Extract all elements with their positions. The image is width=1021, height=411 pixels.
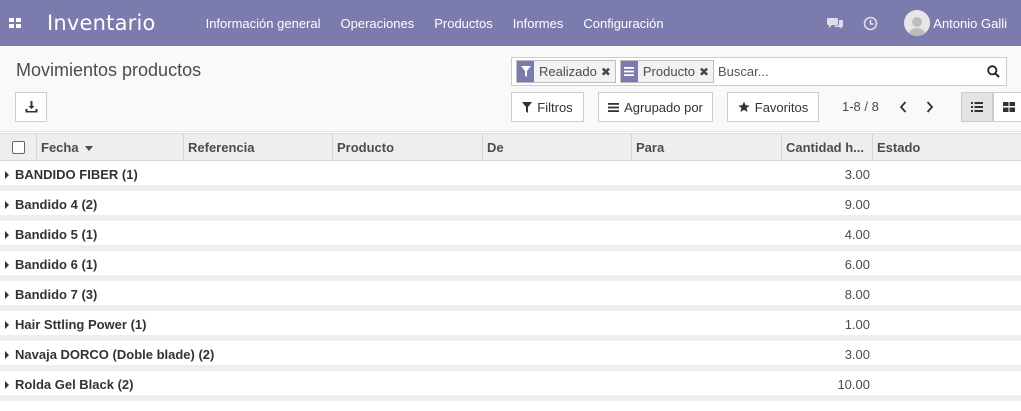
groupby-label: Agrupado por xyxy=(624,99,703,115)
chat-icon[interactable] xyxy=(826,14,844,32)
group-list-icon xyxy=(608,102,620,112)
group-quantity: 9.00 xyxy=(844,197,870,212)
column-header-producto[interactable]: Producto xyxy=(333,134,483,161)
column-header-de[interactable]: De xyxy=(483,134,632,161)
control-panel: Movimientos productos Realizado ✖ Produc… xyxy=(0,46,1021,132)
caret-right-icon xyxy=(5,201,9,209)
menu-configuracion[interactable]: Configuración xyxy=(583,16,663,31)
filter-icon xyxy=(517,61,534,82)
group-label: Bandido 5 (1) xyxy=(15,227,98,242)
main-menu: Información general Operaciones Producto… xyxy=(206,16,684,31)
group-label: Bandido 6 (1) xyxy=(15,257,98,272)
chevron-right-icon[interactable] xyxy=(923,98,937,116)
filters-button[interactable]: Filtros xyxy=(511,92,584,122)
caret-right-icon xyxy=(5,291,9,299)
search-input[interactable] xyxy=(718,59,980,84)
menu-informes[interactable]: Informes xyxy=(513,16,564,31)
group-label: BANDIDO FIBER (1) xyxy=(15,167,138,182)
facet-label: Producto xyxy=(642,64,695,79)
caret-right-icon xyxy=(5,261,9,269)
group-quantity: 1.00 xyxy=(844,317,870,332)
group-row[interactable]: Bandido 4 (2) 9.00 xyxy=(0,191,1021,221)
caret-right-icon xyxy=(5,351,9,359)
star-icon xyxy=(738,101,750,112)
filters-label: Filtros xyxy=(537,99,573,115)
column-header-estado[interactable]: Estado xyxy=(873,134,1021,161)
menu-informacion-general[interactable]: Información general xyxy=(206,16,321,31)
apps-menu-icon[interactable] xyxy=(0,0,30,46)
groupby-button[interactable]: Agrupado por xyxy=(598,92,713,122)
group-quantity: 3.00 xyxy=(844,347,870,362)
group-quantity: 10.00 xyxy=(837,377,870,392)
group-row[interactable]: Rolda Gel Black (2) 10.00 xyxy=(0,371,1021,401)
page-title: Movimientos productos xyxy=(16,60,202,80)
select-all-checkbox[interactable] xyxy=(11,141,25,154)
menu-operaciones[interactable]: Operaciones xyxy=(341,16,415,31)
favorites-label: Favoritos xyxy=(754,99,809,115)
group-row[interactable]: Bandido 5 (1) 4.00 xyxy=(0,221,1021,251)
caret-right-icon xyxy=(5,381,9,389)
group-list-icon xyxy=(620,61,638,82)
group-quantity: 4.00 xyxy=(844,227,870,242)
clock-icon[interactable] xyxy=(861,14,879,32)
sort-desc-icon xyxy=(84,146,93,152)
search-facet-realizado: Realizado ✖ xyxy=(516,60,616,83)
group-label: Bandido 7 (3) xyxy=(15,287,98,302)
column-header-fecha[interactable]: Fecha xyxy=(37,134,184,161)
table-header: Fecha Referencia Producto De Para Cantid… xyxy=(0,133,1021,161)
caret-right-icon xyxy=(5,171,9,179)
group-label: Navaja DORCO (Doble blade) (2) xyxy=(15,347,215,362)
kanban-view-icon xyxy=(1003,102,1015,112)
top-navbar: Inventario Información general Operacion… xyxy=(0,0,1021,46)
download-button[interactable] xyxy=(15,92,47,122)
remove-facet-icon[interactable]: ✖ xyxy=(699,65,713,79)
group-label: Bandido 4 (2) xyxy=(15,197,98,212)
group-label: Rolda Gel Black (2) xyxy=(15,377,134,392)
group-row[interactable]: Navaja DORCO (Doble blade) (2) 3.00 xyxy=(0,341,1021,371)
remove-facet-icon[interactable]: ✖ xyxy=(601,65,615,79)
select-all-checkbox-cell xyxy=(0,134,37,161)
download-icon xyxy=(25,101,37,113)
caret-right-icon xyxy=(5,321,9,329)
search-bar: Realizado ✖ Producto ✖ xyxy=(511,57,1007,86)
favorites-button[interactable]: Favoritos xyxy=(727,92,819,122)
column-header-cantidad[interactable]: Cantidad h... xyxy=(782,134,873,161)
group-row[interactable]: Bandido 6 (1) 6.00 xyxy=(0,251,1021,281)
group-row[interactable]: Hair Sttling Power (1) 1.00 xyxy=(0,311,1021,341)
group-quantity: 8.00 xyxy=(844,287,870,302)
pager-value[interactable]: 1-8 / 8 xyxy=(842,99,879,114)
search-icon[interactable] xyxy=(980,59,1006,85)
column-header-para[interactable]: Para xyxy=(632,134,782,161)
caret-right-icon xyxy=(5,231,9,239)
list-view-icon xyxy=(971,102,983,112)
list-view-button[interactable] xyxy=(961,92,993,122)
filter-icon xyxy=(522,101,533,113)
search-facet-producto: Producto ✖ xyxy=(619,60,714,83)
facet-label: Realizado xyxy=(539,64,597,79)
group-row[interactable]: Bandido 7 (3) 8.00 xyxy=(0,281,1021,311)
user-name[interactable]: Antonio Galli xyxy=(933,16,1007,31)
menu-productos[interactable]: Productos xyxy=(434,16,493,31)
group-label: Hair Sttling Power (1) xyxy=(15,317,147,332)
navbar-systray: Antonio Galli xyxy=(826,0,1021,46)
group-quantity: 3.00 xyxy=(844,167,870,182)
column-header-referencia[interactable]: Referencia xyxy=(184,134,333,161)
chevron-left-icon[interactable] xyxy=(896,98,910,116)
moves-table: Fecha Referencia Producto De Para Cantid… xyxy=(0,133,1021,401)
avatar[interactable] xyxy=(904,10,931,36)
group-row[interactable]: BANDIDO FIBER (1) 3.00 xyxy=(0,161,1021,191)
app-title[interactable]: Inventario xyxy=(47,11,156,35)
group-quantity: 6.00 xyxy=(844,257,870,272)
kanban-view-button[interactable] xyxy=(993,92,1021,122)
